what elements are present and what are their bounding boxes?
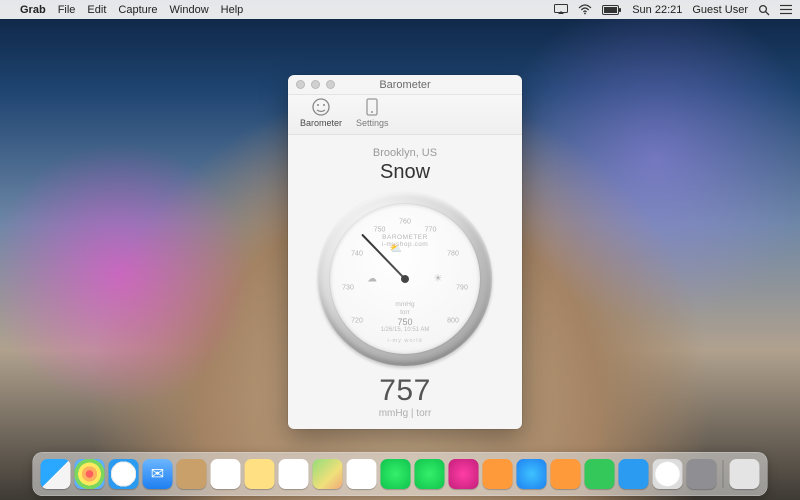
dock-mail-icon[interactable] <box>143 459 173 489</box>
dock-finder-icon[interactable] <box>41 459 71 489</box>
airplay-icon[interactable] <box>554 4 568 15</box>
barometer-window: Barometer Barometer Settings Brooklyn, U… <box>288 75 522 429</box>
dock-trash-icon[interactable] <box>730 459 760 489</box>
sunny-icon: ☀ <box>434 274 443 285</box>
dock-appstore-icon[interactable] <box>517 459 547 489</box>
dock <box>33 452 768 496</box>
gauge-tick-780: 780 <box>447 250 459 257</box>
menubar-clock[interactable]: Sun 22:21 <box>632 4 682 16</box>
gauge-tick-740: 740 <box>351 250 363 257</box>
dock-photos-icon[interactable] <box>347 459 377 489</box>
dock-pages-icon[interactable] <box>551 459 581 489</box>
gauge-tick-800: 800 <box>447 318 459 325</box>
gauge-center-reading: 750 1/26/15, 10:51 AM <box>381 317 430 334</box>
dock-sysprefs-icon[interactable] <box>687 459 717 489</box>
gauge-tick-770: 770 <box>425 226 437 233</box>
toolbar-settings-tab[interactable]: Settings <box>352 95 393 130</box>
spotlight-icon[interactable] <box>758 4 770 16</box>
pressure-reading: 757 <box>379 374 431 408</box>
zoom-button[interactable] <box>326 80 335 89</box>
gauge-title: BAROMETER i-myshop.com <box>382 234 428 248</box>
battery-icon[interactable] <box>602 5 622 15</box>
dock-itunes-icon[interactable] <box>449 459 479 489</box>
notification-center-icon[interactable] <box>780 4 792 15</box>
barometer-tab-icon <box>311 97 331 117</box>
toolbar-settings-label: Settings <box>356 118 389 128</box>
toolbar-barometer-tab[interactable]: Barometer <box>296 95 346 130</box>
dock-facetime-icon[interactable] <box>415 459 445 489</box>
settings-tab-icon <box>362 97 382 117</box>
menubar-app-name[interactable]: Grab <box>20 4 46 16</box>
gauge-title-top: BAROMETER <box>382 234 428 241</box>
dock-maps-icon[interactable] <box>313 459 343 489</box>
titlebar[interactable]: Barometer <box>288 75 522 95</box>
gauge-title-sub: i-myshop.com <box>382 241 428 248</box>
menubar-item-window[interactable]: Window <box>170 4 209 16</box>
dock-ibooks-icon[interactable] <box>483 459 513 489</box>
gauge-tick-760: 760 <box>399 219 411 226</box>
partly-cloudy-icon: ⛅ <box>390 244 402 255</box>
condition-label: Snow <box>380 161 430 184</box>
dock-barometer-icon[interactable] <box>653 459 683 489</box>
location-label: Brooklyn, US <box>373 147 437 159</box>
pressure-unit: mmHg | torr <box>379 408 432 419</box>
close-button[interactable] <box>296 80 305 89</box>
menubar-item-capture[interactable]: Capture <box>118 4 157 16</box>
gauge-tick-790: 790 <box>456 285 468 292</box>
menubar-item-edit[interactable]: Edit <box>87 4 106 16</box>
menubar-item-file[interactable]: File <box>58 4 76 16</box>
gauge-face: 720 730 740 750 760 770 780 790 800 BARO… <box>330 204 480 354</box>
rain-icon: ☁ <box>367 274 377 285</box>
gauge-unit-torr: torr <box>395 309 414 317</box>
gauge-unit-mmhg: mmHg <box>395 301 414 309</box>
gauge-tick-730: 730 <box>342 285 354 292</box>
desktop: Grab File Edit Capture Window Help Sun 2… <box>0 0 800 500</box>
dock-numbers-icon[interactable] <box>585 459 615 489</box>
gauge-tick-720: 720 <box>351 318 363 325</box>
dock-safari-icon[interactable] <box>109 459 139 489</box>
dock-messages-icon[interactable] <box>381 459 411 489</box>
dock-reminders-icon[interactable] <box>279 459 309 489</box>
barometer-gauge: 720 730 740 750 760 770 780 790 800 BARO… <box>318 192 492 366</box>
menubar-left: Grab File Edit Capture Window Help <box>8 4 243 16</box>
gauge-bottom-label: i-my world <box>387 338 422 344</box>
toolbar: Barometer Settings <box>288 95 522 135</box>
dock-contacts-icon[interactable] <box>177 459 207 489</box>
gauge-units: mmHg torr <box>395 301 414 317</box>
menubar: Grab File Edit Capture Window Help Sun 2… <box>0 0 800 19</box>
gauge-tick-750: 750 <box>374 226 386 233</box>
dock-calendar-icon[interactable] <box>211 459 241 489</box>
window-title: Barometer <box>379 79 430 91</box>
dock-separator <box>723 460 724 488</box>
dock-notes-icon[interactable] <box>245 459 275 489</box>
traffic-lights <box>296 80 335 89</box>
toolbar-barometer-label: Barometer <box>300 118 342 128</box>
menubar-user[interactable]: Guest User <box>692 4 748 16</box>
menubar-right: Sun 22:21 Guest User <box>554 4 792 16</box>
minimize-button[interactable] <box>311 80 320 89</box>
window-content: Brooklyn, US Snow 720 730 740 750 760 77… <box>288 135 522 429</box>
wifi-icon[interactable] <box>578 4 592 15</box>
dock-launchpad-icon[interactable] <box>75 459 105 489</box>
gauge-center-date: 1/26/15, 10:51 AM <box>381 327 430 334</box>
gauge-center-value: 750 <box>381 317 430 327</box>
dock-keynote-icon[interactable] <box>619 459 649 489</box>
menubar-item-help[interactable]: Help <box>221 4 244 16</box>
